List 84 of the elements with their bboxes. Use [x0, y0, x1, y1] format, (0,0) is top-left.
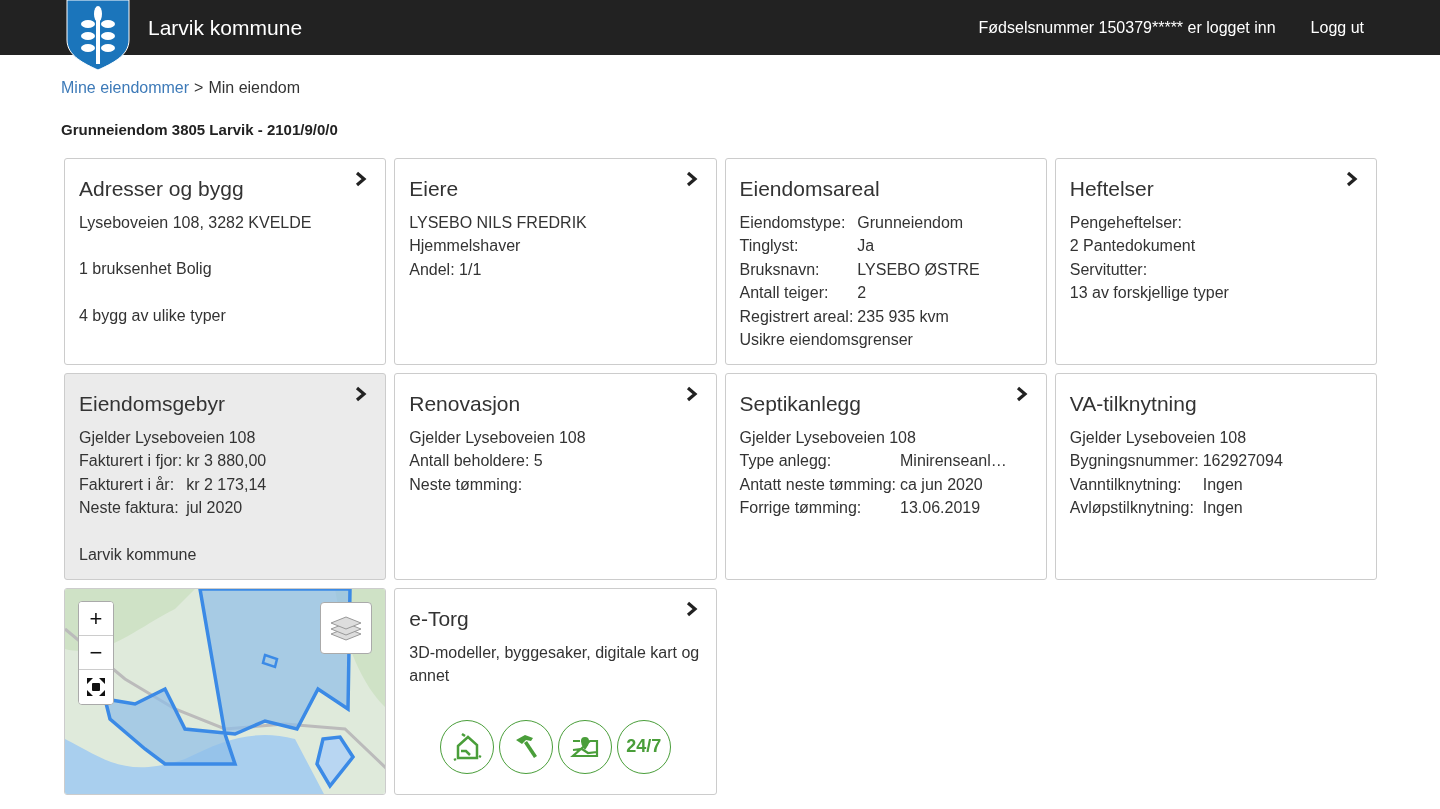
info-text: Gjelder Lyseboveien 108: [739, 428, 917, 448]
card-description: 3D-modeller, byggesaker, digitale kart og annet: [409, 643, 701, 687]
field-value: Minirenseanl…: [900, 451, 1008, 472]
field-label: Fakturert i år:: [79, 474, 176, 495]
field-label: Antall teiger:: [739, 283, 830, 304]
logout-link[interactable]: Logg ut: [1310, 18, 1364, 37]
field-value: jul 2020: [186, 498, 244, 519]
field-label: Bruksnavn:: [739, 259, 821, 280]
info-text: 2 Pantedokument: [1069, 236, 1197, 257]
info-text: 1 bruksenhet Bolig: [79, 259, 213, 280]
field-label: Eiendomstype:: [739, 213, 847, 233]
chevron-right-icon[interactable]: [355, 386, 368, 402]
card-title: e-Torg: [409, 607, 469, 631]
info-text: LYSEBO NILS FREDRIK: [409, 213, 588, 233]
field-label: Vanntilknytning:: [1069, 474, 1183, 495]
field-value: LYSEBO ØSTRE: [857, 259, 981, 280]
info-text: Gjelder Lyseboveien 108: [409, 428, 587, 448]
field-label: Type anlegg:: [739, 451, 833, 472]
card-title: Adresser og bygg: [79, 177, 244, 201]
info-card[interactable]: Adresser og bygg Lyseboveien 108, 3282 KVELDE 1 bruksenhet Bolig 4 bygg av ulike typer: [64, 158, 387, 365]
field-value: Ingen: [1202, 474, 1244, 495]
field-value: 235 935 kvm: [857, 306, 950, 327]
info-card[interactable]: VA-tilknytning Gjelder Lyseboveien 108 Bygningsnummer: 162927094 Vanntilknytning: Ingen Avløpstilknytning: Ingen: [1054, 373, 1377, 580]
chevron-right-icon[interactable]: [685, 386, 698, 402]
fullscreen-icon: [87, 678, 105, 696]
info-card[interactable]: Eiere LYSEBO NILS FREDRIK Hjemmelshaver Andel: 1/1: [394, 158, 717, 365]
field-label: Fakturert i fjor:: [79, 451, 183, 472]
chevron-right-icon[interactable]: [1015, 386, 1028, 402]
info-text: Antall beholdere: 5: [409, 451, 544, 472]
field-value: Ja: [857, 236, 876, 257]
info-text: Hjemmelshaver: [409, 236, 522, 257]
chevron-right-icon[interactable]: [1346, 171, 1358, 187]
field-value: 13.06.2019: [900, 498, 982, 519]
info-text: Servitutter:: [1069, 259, 1149, 280]
chevron-right-icon[interactable]: [685, 171, 698, 187]
chevron-right-icon[interactable]: [685, 601, 698, 617]
field-value: Ingen: [1202, 498, 1244, 519]
breadcrumb-separator: >: [194, 79, 204, 97]
field-value: ca jun 2020: [900, 474, 984, 495]
info-text: Andel: 1/1: [409, 259, 483, 280]
field-label: Tinglyst:: [739, 236, 800, 257]
field-value: kr 3 880,00: [186, 451, 268, 472]
field-value: 162927094: [1202, 451, 1284, 472]
info-card[interactable]: Eiendomsgebyr Gjelder Lyseboveien 108 Fakturert i fjor: kr 3 880,00 Fakturert i år: kr 2 173,14 Neste faktura: jul 2020 Larvik kommune: [64, 373, 387, 580]
layers-button[interactable]: [320, 602, 373, 654]
card-title: Heftelser: [1069, 177, 1154, 201]
card-title: VA-tilknytning: [1069, 392, 1197, 416]
login-status: Fødselsnummer 150379***** er logget inn: [978, 18, 1276, 37]
breadcrumb-current: Min eiendom: [208, 79, 300, 97]
eshop-card[interactable]: e-Torg 3D-modeller, byggesaker, digitale kart og annet 24/7: [394, 588, 717, 795]
info-text: 13 av forskjellige typer: [1069, 283, 1230, 304]
info-text: Larvik kommune: [79, 544, 198, 565]
info-text: Gjelder Lyseboveien 108: [79, 428, 257, 448]
info-text: Gjelder Lyseboveien 108: [1069, 428, 1248, 448]
layers-icon: [330, 614, 363, 642]
card-title: Eiere: [409, 177, 459, 201]
field-label: Antatt neste tømming:: [739, 474, 896, 495]
field-label: Bygningsnummer:: [1069, 451, 1199, 472]
field-label: Registrert areal:: [739, 306, 854, 327]
card-title: Eiendomsareal: [739, 177, 880, 201]
info-card[interactable]: Heftelser Pengeheftelser: 2 Pantedokument Servitutter: 13 av forskjellige typer: [1054, 158, 1377, 365]
chevron-right-icon[interactable]: [355, 171, 368, 187]
info-card[interactable]: Renovasjon Gjelder Lyseboveien 108 Antall beholdere: 5 Neste tømming:: [394, 373, 717, 580]
info-text: Lyseboveien 108, 3282 KVELDE: [79, 213, 313, 233]
field-value: Grunneiendom: [857, 213, 965, 233]
field-value: 2: [857, 283, 868, 304]
info-text: 4 bygg av ulike typer: [79, 305, 227, 326]
info-card[interactable]: Septikanlegg Gjelder Lyseboveien 108 Type anlegg: Minirenseanl… Antatt neste tømming: ca jun 2020 Forrige tømming: 13.06.2019: [724, 373, 1047, 580]
info-card[interactable]: Eiendomsareal Eiendomstype: Grunneiendom Tinglyst: Ja Bruksnavn: LYSEBO ØSTRE Antall teiger: 2 Registrert areal: 235 935 kvm Usikre eiendomsgrenser: [724, 158, 1047, 365]
field-label: Forrige tømming:: [739, 498, 863, 519]
field-value: kr 2 173,14: [186, 474, 268, 495]
info-text: Pengeheftelser:: [1069, 213, 1183, 233]
info-text: Neste tømming:: [409, 474, 524, 495]
field-label: Neste faktura:: [79, 498, 180, 519]
breadcrumb-link[interactable]: Mine eiendommer: [61, 79, 190, 97]
property-title: Grunneiendom 3805 Larvik - 2101/9/0/0: [61, 121, 339, 138]
site-title: Larvik kommune: [148, 15, 304, 40]
house-icon: [451, 731, 482, 762]
card-title: Renovasjon: [409, 392, 521, 416]
card-title: Septikanlegg: [739, 392, 861, 416]
card-title: Eiendomsgebyr: [79, 392, 225, 416]
field-label: Avløpstilknytning:: [1069, 498, 1195, 519]
info-text: Usikre eiendomsgrenser: [739, 330, 914, 351]
zoom-in-button[interactable]: +: [79, 602, 113, 636]
